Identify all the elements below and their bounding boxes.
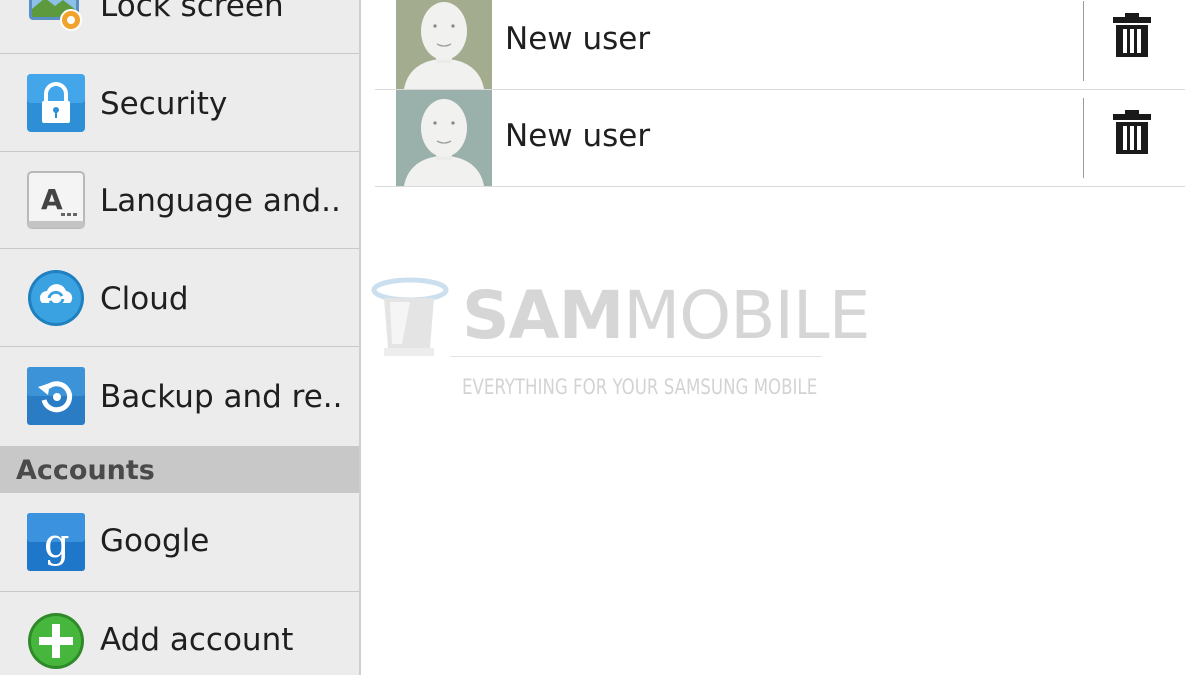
sidebar-item-label: Google <box>100 523 210 559</box>
svg-text:g: g <box>44 521 70 567</box>
sidebar-item-label: Add account <box>100 622 294 658</box>
section-header-accounts: Accounts <box>0 447 359 493</box>
trash-icon[interactable] <box>1113 13 1151 57</box>
google-icon: g <box>27 513 85 571</box>
sidebar-item-label: Lock screen <box>100 0 284 24</box>
backup-restore-icon <box>27 367 85 425</box>
user-row[interactable]: New user <box>375 0 1185 90</box>
sidebar-item-cloud[interactable]: Cloud <box>0 251 359 347</box>
sidebar-item-add-account[interactable]: Add account <box>0 592 359 675</box>
watermark-brand: SAMMOBILE <box>462 277 870 354</box>
row-divider <box>1083 98 1084 178</box>
user-row[interactable]: New user <box>375 90 1185 187</box>
sidebar-item-lock-screen[interactable]: Lock screen <box>0 0 359 54</box>
language-keyboard-icon: A <box>27 171 85 229</box>
settings-sidebar: Lock screen Security A Language and.. Cl… <box>0 0 361 675</box>
user-avatar <box>396 90 492 186</box>
add-icon <box>27 612 85 670</box>
lock-screen-icon <box>27 0 85 34</box>
sidebar-item-language[interactable]: A Language and.. <box>0 153 359 249</box>
row-divider <box>1083 1 1084 81</box>
sidebar-item-label: Cloud <box>100 281 189 317</box>
user-avatar <box>396 0 492 89</box>
sidebar-item-security[interactable]: Security <box>0 56 359 152</box>
section-header-label: Accounts <box>16 455 155 486</box>
sidebar-item-label: Language and.. <box>100 183 341 219</box>
sidebar-item-backup[interactable]: Backup and re.. <box>0 349 359 447</box>
user-name: New user <box>505 118 651 154</box>
security-lock-icon <box>27 74 85 132</box>
svg-text:A: A <box>41 183 63 216</box>
user-name: New user <box>505 21 651 57</box>
sidebar-item-google[interactable]: g Google <box>0 493 359 592</box>
trash-icon[interactable] <box>1113 110 1151 154</box>
cloud-icon <box>27 269 85 327</box>
sammobile-watermark: SAMMOBILE EVERYTHING FOR YOUR SAMSUNG MO… <box>370 270 870 410</box>
watermark-tagline: EVERYTHING FOR YOUR SAMSUNG MOBILE <box>462 375 818 399</box>
watermark-divider <box>450 356 822 357</box>
watermark-logo-icon <box>370 274 450 364</box>
sidebar-item-label: Backup and re.. <box>100 379 343 415</box>
sidebar-item-label: Security <box>100 86 228 122</box>
